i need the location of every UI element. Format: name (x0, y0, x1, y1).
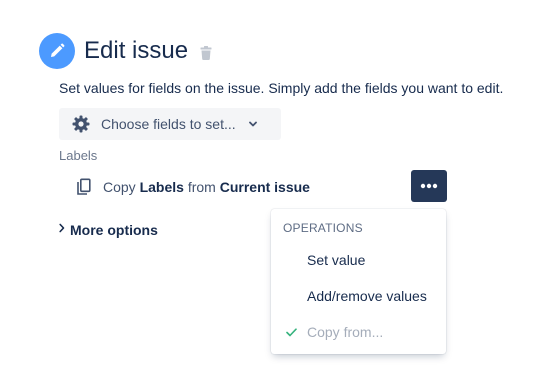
trash-icon[interactable] (200, 45, 212, 60)
operations-dropdown: OPERATIONS Set value Add/remove values C… (271, 209, 446, 354)
choose-fields-button[interactable]: Choose fields to set... (59, 108, 281, 140)
more-options-toggle[interactable]: More options (59, 222, 158, 238)
menu-item-set-value[interactable]: Set value (271, 242, 446, 278)
more-options-label: More options (70, 222, 158, 238)
header: Edit issue (39, 33, 212, 69)
description-text: Set values for fields on the issue. Simp… (59, 80, 504, 96)
copy-field-name: Labels (139, 179, 184, 195)
choose-fields-label: Choose fields to set... (101, 116, 236, 132)
gear-icon (72, 115, 90, 133)
copy-icon (75, 178, 93, 196)
field-operation-summary: Copy Labels from Current issue (75, 177, 310, 197)
menu-item-label: Add/remove values (307, 288, 427, 304)
chevron-down-icon (248, 119, 258, 129)
page-title: Edit issue (84, 37, 189, 64)
chevron-right-icon (59, 223, 65, 233)
operations-heading: OPERATIONS (283, 221, 363, 235)
field-label: Labels (59, 148, 98, 163)
menu-item-label: Copy from... (307, 324, 384, 340)
copy-source: Current issue (219, 179, 310, 195)
menu-item-label: Set value (307, 252, 366, 268)
menu-item-add-remove-values[interactable]: Add/remove values (271, 278, 446, 314)
more-actions-button[interactable] (411, 170, 447, 202)
edit-icon (39, 33, 75, 69)
ellipsis-icon (420, 183, 438, 189)
menu-item-copy-from: Copy from... (271, 314, 446, 350)
copy-prefix: Copy (103, 179, 136, 195)
check-icon (286, 327, 297, 337)
copy-middle: from (187, 179, 216, 195)
